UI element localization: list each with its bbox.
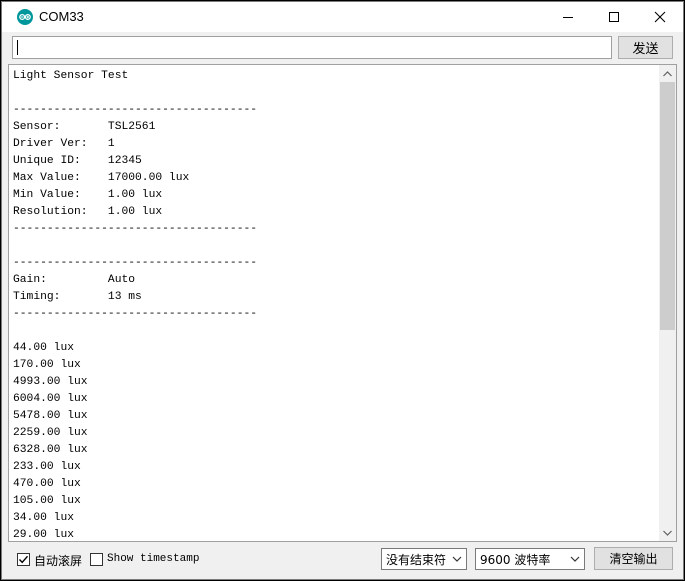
close-button[interactable] [637, 2, 683, 32]
output-line: Driver Ver: 1 [13, 138, 115, 150]
chevron-down-icon [570, 556, 580, 562]
chevron-down-icon [663, 530, 672, 536]
output-line: ------------------------------------ [13, 223, 258, 235]
output-line: 470.00 lux [13, 478, 81, 490]
autoscroll-checkbox[interactable] [17, 553, 30, 566]
timestamp-label[interactable]: Show timestamp [107, 553, 199, 565]
output-line: Gain: Auto [13, 274, 136, 286]
output-line: 6328.00 lux [13, 444, 88, 456]
output-line: 6004.00 lux [13, 393, 88, 405]
output-line: 34.00 lux [13, 512, 75, 524]
output-line: ------------------------------------ [13, 104, 258, 116]
output-line: Resolution: 1.00 lux [13, 206, 163, 218]
output-line: Light Sensor Test [13, 70, 129, 82]
scrollbar-thumb[interactable] [660, 82, 675, 330]
send-input[interactable] [12, 36, 612, 59]
output-line: 29.00 lux [13, 529, 75, 541]
baud-rate-select[interactable]: 9600 波特率 [475, 548, 585, 570]
output-line: 233.00 lux [13, 461, 81, 473]
output-line: Sensor: TSL2561 [13, 121, 156, 133]
window-title: COM33 [39, 9, 84, 24]
output-line: Unique ID: 12345 [13, 155, 142, 167]
bottom-toolbar: 自动滚屏 Show timestamp 没有结束符 9600 波特率 清空输出 [2, 543, 683, 579]
output-line: Timing: 13 ms [13, 291, 142, 303]
maximize-button[interactable] [591, 2, 637, 32]
output-line: 5478.00 lux [13, 410, 88, 422]
output-line: 170.00 lux [13, 359, 81, 371]
serial-output[interactable]: Light Sensor Test -----------------------… [8, 64, 677, 542]
output-line: 44.00 lux [13, 342, 75, 354]
close-icon [654, 11, 666, 23]
scroll-up-button[interactable] [659, 65, 676, 82]
maximize-icon [609, 12, 619, 22]
output-line: ------------------------------------ [13, 257, 258, 269]
line-ending-select[interactable]: 没有结束符 [381, 548, 467, 570]
output-line: 2259.00 lux [13, 427, 88, 439]
minimize-icon [563, 17, 573, 18]
baud-rate-value: 9600 波特率 [480, 552, 551, 567]
output-line: Min Value: 1.00 lux [13, 189, 163, 201]
arduino-icon [17, 9, 33, 25]
output-line: 4993.00 lux [13, 376, 88, 388]
chevron-down-icon [452, 556, 462, 562]
clear-output-button[interactable]: 清空输出 [594, 547, 673, 570]
output-line: ------------------------------------ [13, 308, 258, 320]
autoscroll-label[interactable]: 自动滚屏 [34, 552, 82, 569]
checkmark-icon [18, 555, 29, 564]
timestamp-checkbox[interactable] [90, 553, 103, 566]
output-text: Light Sensor Test -----------------------… [13, 68, 653, 541]
output-line: 105.00 lux [13, 495, 81, 507]
text-caret [17, 40, 18, 55]
serial-monitor-window: COM33 发送 Light Sensor Test --------------… [1, 1, 684, 580]
line-ending-value: 没有结束符 [386, 552, 447, 567]
send-bar: 发送 [2, 32, 683, 64]
vertical-scrollbar[interactable] [659, 65, 676, 541]
chevron-up-icon [663, 70, 672, 76]
minimize-button[interactable] [545, 2, 591, 32]
scroll-down-button[interactable] [659, 524, 676, 541]
title-bar: COM33 [2, 2, 683, 32]
output-line: Max Value: 17000.00 lux [13, 172, 190, 184]
send-button[interactable]: 发送 [618, 36, 673, 59]
